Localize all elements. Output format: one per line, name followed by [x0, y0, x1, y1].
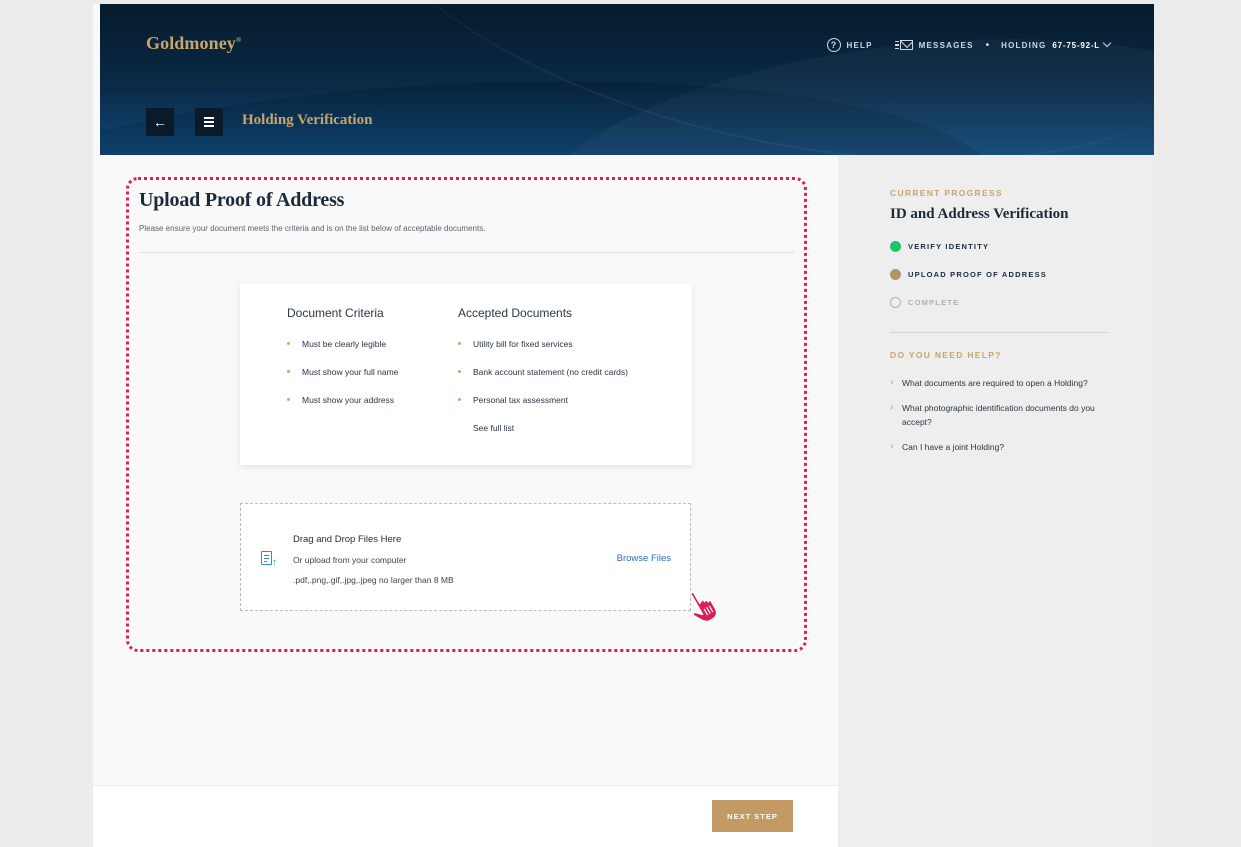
progress-step-complete: COMPLETE: [890, 297, 959, 308]
step-current-dot-icon: [890, 269, 901, 280]
current-progress-label: CURRENT PROGRESS: [890, 188, 1003, 198]
help-link[interactable]: ? HELP: [826, 38, 873, 52]
progress-sidebar: CURRENT PROGRESS ID and Address Verifica…: [838, 155, 1154, 847]
messages-label: MESSAGES: [918, 40, 974, 50]
page-title: Holding Verification: [242, 112, 373, 128]
highlight-outline: [126, 177, 807, 652]
arrow-left-icon: ←: [153, 114, 167, 130]
step-label: VERIFY IDENTITY: [908, 242, 990, 251]
progress-title: ID and Address Verification: [890, 206, 1069, 222]
progress-step-upload-proof: UPLOAD PROOF OF ADDRESS: [890, 269, 1047, 280]
holding-label: HOLDING: [1001, 40, 1047, 50]
step-label: UPLOAD PROOF OF ADDRESS: [908, 270, 1047, 279]
menu-button[interactable]: [195, 108, 223, 136]
back-button[interactable]: ←: [146, 108, 174, 136]
next-step-button[interactable]: NEXT STEP: [712, 800, 793, 832]
help-link-required-documents[interactable]: What documents are required to open a Ho…: [890, 376, 1120, 390]
sidebar-divider: [890, 332, 1109, 333]
help-circle-icon: ?: [826, 38, 841, 52]
messages-icon: [894, 40, 913, 50]
chevron-down-icon: [1102, 38, 1112, 48]
step-pending-dot-icon: [890, 297, 901, 308]
step-complete-dot-icon: [890, 241, 901, 252]
messages-link[interactable]: MESSAGES: [894, 40, 974, 50]
help-link-photo-id[interactable]: What photographic identification documen…: [890, 401, 1120, 429]
step-label: COMPLETE: [908, 298, 960, 307]
need-help-label: DO YOU NEED HELP?: [890, 350, 1002, 360]
header-banner: Goldmoney® ? HELP MESSAGES • HOLDING 67-…: [100, 4, 1154, 155]
goldmoney-logo[interactable]: Goldmoney®: [146, 33, 241, 54]
help-label: HELP: [846, 40, 873, 50]
hamburger-icon: [204, 117, 214, 127]
progress-step-verify-identity: VERIFY IDENTITY: [890, 241, 989, 252]
nav-separator: •: [985, 39, 990, 51]
help-link-joint-holding[interactable]: Can I have a joint Holding?: [890, 440, 1120, 454]
holding-number: 67-75-92-L: [1052, 40, 1100, 50]
holding-selector[interactable]: HOLDING 67-75-92-L: [1001, 38, 1112, 50]
top-nav: ? HELP MESSAGES • HOLDING 67-75-92-L: [826, 38, 1112, 52]
pointer-hand-icon: [690, 591, 718, 623]
